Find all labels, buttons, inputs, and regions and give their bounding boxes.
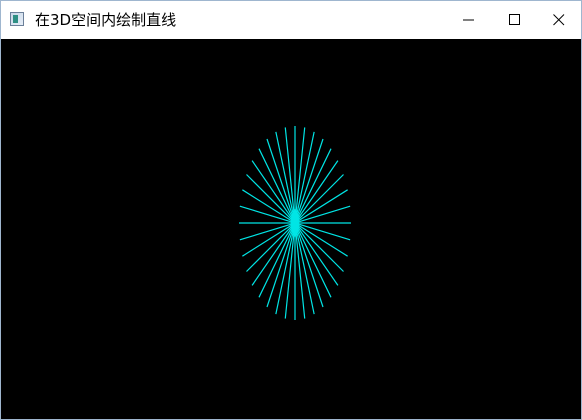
window-app-icon[interactable] [10, 12, 24, 26]
title-bar[interactable]: 在3D空间内绘制直线 [1, 1, 581, 39]
close-button[interactable] [536, 1, 582, 39]
window-title: 在3D空间内绘制直线 [35, 11, 177, 29]
minimize-icon [463, 19, 474, 21]
scene-center-core [291, 209, 299, 237]
line-burst-figure [239, 126, 351, 320]
close-icon [553, 14, 565, 26]
maximize-button[interactable] [492, 1, 538, 39]
application-window: 在3D空间内绘制直线 [0, 0, 582, 420]
minimize-button[interactable] [446, 1, 492, 39]
opengl-canvas[interactable] [1, 39, 581, 419]
maximize-icon [509, 14, 520, 25]
